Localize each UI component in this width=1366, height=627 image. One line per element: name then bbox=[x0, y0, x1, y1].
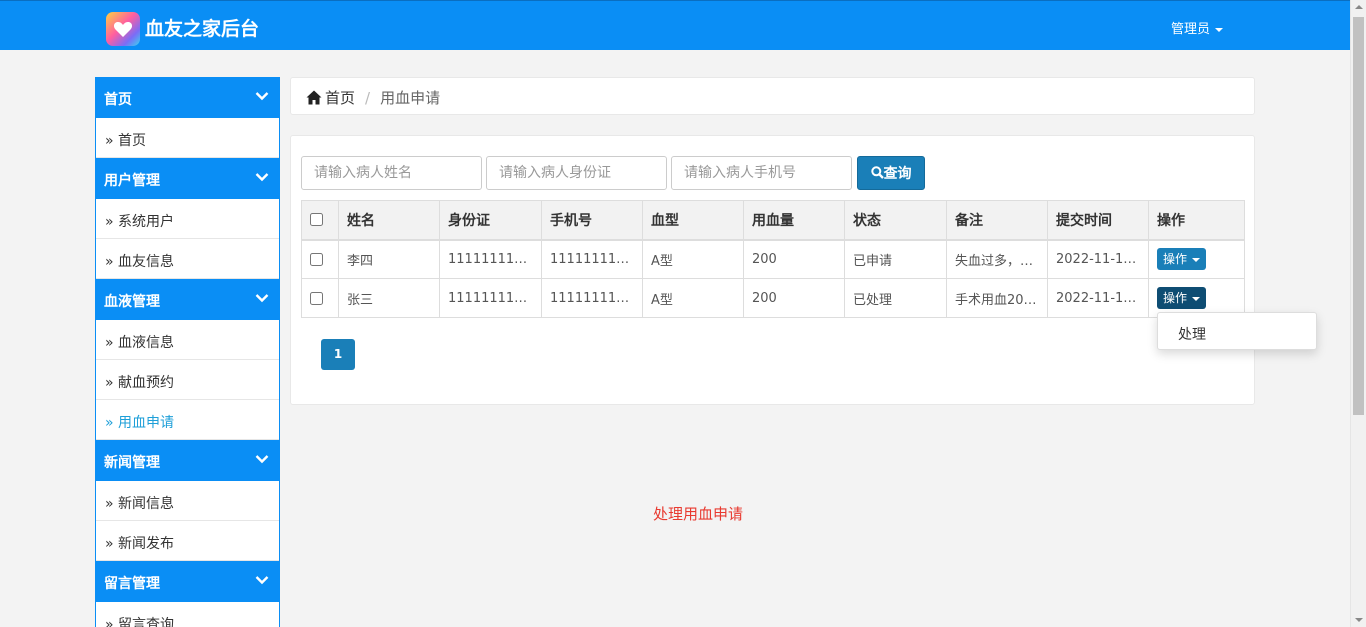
page-scrollbar[interactable] bbox=[1350, 0, 1366, 627]
action-button-label: 操作 bbox=[1163, 291, 1188, 305]
chevron-down-icon bbox=[255, 455, 269, 464]
column-header-blood-type: 血型 bbox=[642, 200, 744, 241]
chevron-down-icon bbox=[255, 294, 269, 303]
sidebar-item-system-users[interactable]: » 系统用户 bbox=[96, 199, 279, 239]
sidebar-item-message-query[interactable]: » 留言查询 bbox=[96, 602, 279, 627]
breadcrumb: 首页 / 用血申请 bbox=[290, 77, 1255, 115]
patient-name-input[interactable] bbox=[301, 156, 482, 190]
column-header-action: 操作 bbox=[1148, 200, 1245, 241]
cell-submit-time: 2022-11-13T... bbox=[1047, 278, 1149, 318]
chevron-down-icon bbox=[255, 576, 269, 585]
sidebar-section-messages[interactable]: 留言管理 bbox=[96, 561, 279, 602]
cell-status: 已处理 bbox=[844, 278, 947, 318]
user-menu-label: 管理员 bbox=[1171, 22, 1211, 37]
blood-request-table: 姓名 身份证 手机号 血型 用血量 状态 备注 提交时间 操作 李四 11111… bbox=[301, 200, 1245, 318]
patient-id-input[interactable] bbox=[486, 156, 667, 190]
brand-title: 血友之家后台 bbox=[145, 18, 260, 40]
column-header-id-card: 身份证 bbox=[439, 200, 542, 241]
sidebar-item-home[interactable]: » 首页 bbox=[96, 118, 279, 158]
row-select-cell bbox=[301, 239, 339, 279]
cell-name: 李四 bbox=[338, 239, 440, 279]
user-menu[interactable]: 管理员 bbox=[1171, 18, 1224, 37]
cell-blood-type: A型 bbox=[642, 278, 744, 318]
breadcrumb-home[interactable]: 首页 bbox=[325, 89, 355, 107]
scroll-thumb[interactable] bbox=[1353, 17, 1364, 415]
cell-phone: 11111111112 bbox=[541, 239, 643, 279]
row-checkbox[interactable] bbox=[310, 291, 323, 305]
column-header-remark: 备注 bbox=[946, 200, 1048, 241]
cell-action: 操作 bbox=[1148, 239, 1245, 279]
sidebar-item-blood-request[interactable]: » 用血申请 bbox=[96, 400, 279, 440]
breadcrumb-current: 用血申请 bbox=[380, 89, 441, 107]
column-header-amount: 用血量 bbox=[743, 200, 845, 241]
table-row: 张三 1111111111... 11111111111 A型 200 已处理 … bbox=[301, 278, 1245, 318]
sidebar-section-title: 留言管理 bbox=[104, 576, 160, 592]
cell-submit-time: 2022-11-13T... bbox=[1047, 239, 1149, 279]
cell-id-card: 1111111111... bbox=[439, 278, 542, 318]
table-row: 李四 1111111111... 11111111112 A型 200 已申请 … bbox=[301, 239, 1245, 279]
column-header-submit-time: 提交时间 bbox=[1047, 200, 1149, 241]
action-dropdown-button[interactable]: 操作 bbox=[1157, 287, 1207, 309]
sidebar-section-title: 用户管理 bbox=[104, 173, 160, 189]
sidebar-item-hemophilia-info[interactable]: » 血友信息 bbox=[96, 239, 279, 279]
main-panel: 查询 姓名 身份证 手机号 血型 用血量 状态 备注 提交时间 操作 李四 bbox=[290, 135, 1255, 405]
cell-amount: 200 bbox=[743, 278, 845, 318]
action-button-label: 操作 bbox=[1163, 252, 1188, 267]
column-header-status: 状态 bbox=[844, 200, 947, 241]
chevron-down-icon bbox=[255, 92, 269, 101]
scroll-up-icon[interactable] bbox=[1355, 5, 1363, 9]
scroll-down-icon[interactable] bbox=[1355, 618, 1363, 622]
column-header-phone: 手机号 bbox=[541, 200, 643, 241]
cell-blood-type: A型 bbox=[642, 239, 744, 279]
sidebar-section-news[interactable]: 新闻管理 bbox=[96, 440, 279, 481]
sidebar-section-users[interactable]: 用户管理 bbox=[96, 158, 279, 199]
caret-down-icon bbox=[1215, 27, 1224, 32]
sidebar-section-home[interactable]: 首页 bbox=[96, 77, 279, 118]
select-all-cell bbox=[301, 200, 339, 241]
sidebar-section-title: 新闻管理 bbox=[104, 455, 160, 471]
action-dropdown-menu: 处理 bbox=[1157, 312, 1317, 350]
cell-status: 已申请 bbox=[844, 239, 947, 279]
caret-down-icon bbox=[1192, 296, 1201, 301]
cell-id-card: 1111111111... bbox=[439, 239, 542, 279]
heart-logo-icon bbox=[106, 12, 140, 46]
sidebar-item-blood-info[interactable]: » 血液信息 bbox=[96, 320, 279, 360]
search-icon bbox=[870, 166, 884, 179]
sidebar-section-blood[interactable]: 血液管理 bbox=[96, 279, 279, 320]
chevron-down-icon bbox=[255, 173, 269, 182]
cell-name: 张三 bbox=[338, 278, 440, 318]
cell-remark: 手术用血200... bbox=[946, 278, 1048, 318]
caret-down-icon bbox=[1192, 257, 1201, 262]
table-header-row: 姓名 身份证 手机号 血型 用血量 状态 备注 提交时间 操作 bbox=[301, 200, 1245, 241]
patient-phone-input[interactable] bbox=[671, 156, 852, 190]
top-navbar: 血友之家后台 管理员 bbox=[0, 0, 1350, 50]
home-icon bbox=[306, 90, 322, 105]
sidebar-item-news-publish[interactable]: » 新闻发布 bbox=[96, 521, 279, 561]
sidebar-section-title: 首页 bbox=[104, 92, 132, 108]
sidebar-section-title: 血液管理 bbox=[104, 294, 160, 310]
dropdown-item-process[interactable]: 处理 bbox=[1158, 313, 1316, 349]
column-header-name: 姓名 bbox=[338, 200, 440, 241]
cell-phone: 11111111111 bbox=[541, 278, 643, 318]
row-select-cell bbox=[301, 278, 339, 318]
notice-text: 处理用血申请 bbox=[653, 505, 744, 523]
sidebar: 首页 » 首页 用户管理 » 系统用户 » 血友信息 血液管理 » 血液信息 »… bbox=[95, 77, 280, 627]
breadcrumb-separator: / bbox=[365, 89, 371, 107]
cell-remark: 失血过多，输... bbox=[946, 239, 1048, 279]
row-checkbox[interactable] bbox=[310, 252, 323, 266]
action-dropdown-button[interactable]: 操作 bbox=[1157, 248, 1207, 271]
select-all-checkbox[interactable] bbox=[310, 213, 323, 227]
pagination-page-1[interactable]: 1 bbox=[321, 339, 355, 370]
search-button[interactable]: 查询 bbox=[857, 156, 925, 190]
sidebar-item-donation-appointment[interactable]: » 献血预约 bbox=[96, 360, 279, 400]
search-button-label: 查询 bbox=[883, 166, 912, 182]
cell-amount: 200 bbox=[743, 239, 845, 279]
sidebar-item-news-info[interactable]: » 新闻信息 bbox=[96, 481, 279, 521]
